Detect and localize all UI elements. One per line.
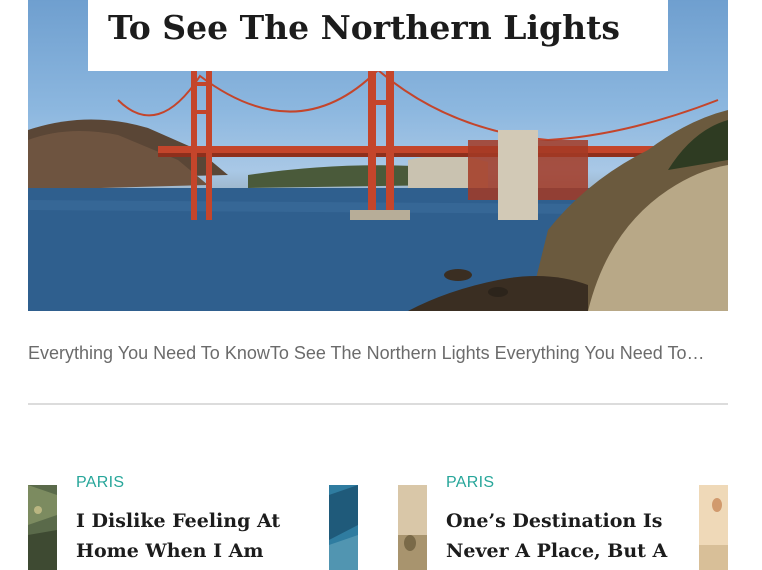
rock-1 (444, 269, 472, 281)
left-tower-brace-1 (191, 82, 212, 86)
featured-excerpt: Everything You Need To KnowTo See The No… (28, 343, 705, 363)
section-divider (28, 403, 728, 405)
post-thumbnail-right[interactable] (329, 485, 358, 570)
post-title[interactable]: I Dislike Feeling At Home When I Am (76, 506, 316, 566)
post-thumbnail-left[interactable] (28, 485, 57, 570)
left-tower-leg-a (191, 70, 197, 220)
post-title[interactable]: One’s Destination Is Never A Place, But … (446, 506, 686, 566)
tower-base (350, 210, 410, 220)
post-thumbnail-right[interactable] (699, 485, 728, 570)
post-thumbnail-left[interactable] (398, 485, 427, 570)
fort-point (498, 130, 538, 220)
post-category[interactable]: PARIS (76, 474, 124, 492)
left-tower-brace-2 (191, 110, 212, 114)
right-tower-brace-3 (368, 100, 394, 105)
post-category[interactable]: PARIS (446, 474, 494, 492)
post-card[interactable]: PARIS I Dislike Feeling At Home When I A… (28, 470, 358, 570)
featured-title[interactable]: To See The Northern Lights (108, 2, 648, 54)
featured-title-box: To See The Northern Lights (88, 0, 668, 71)
bridge-deck-shadow (158, 153, 698, 157)
rock-2 (488, 287, 508, 297)
post-card[interactable]: PARIS One’s Destination Is Never A Place… (398, 470, 728, 570)
left-tower-leg-b (206, 70, 212, 220)
bridge-deck (158, 146, 698, 154)
